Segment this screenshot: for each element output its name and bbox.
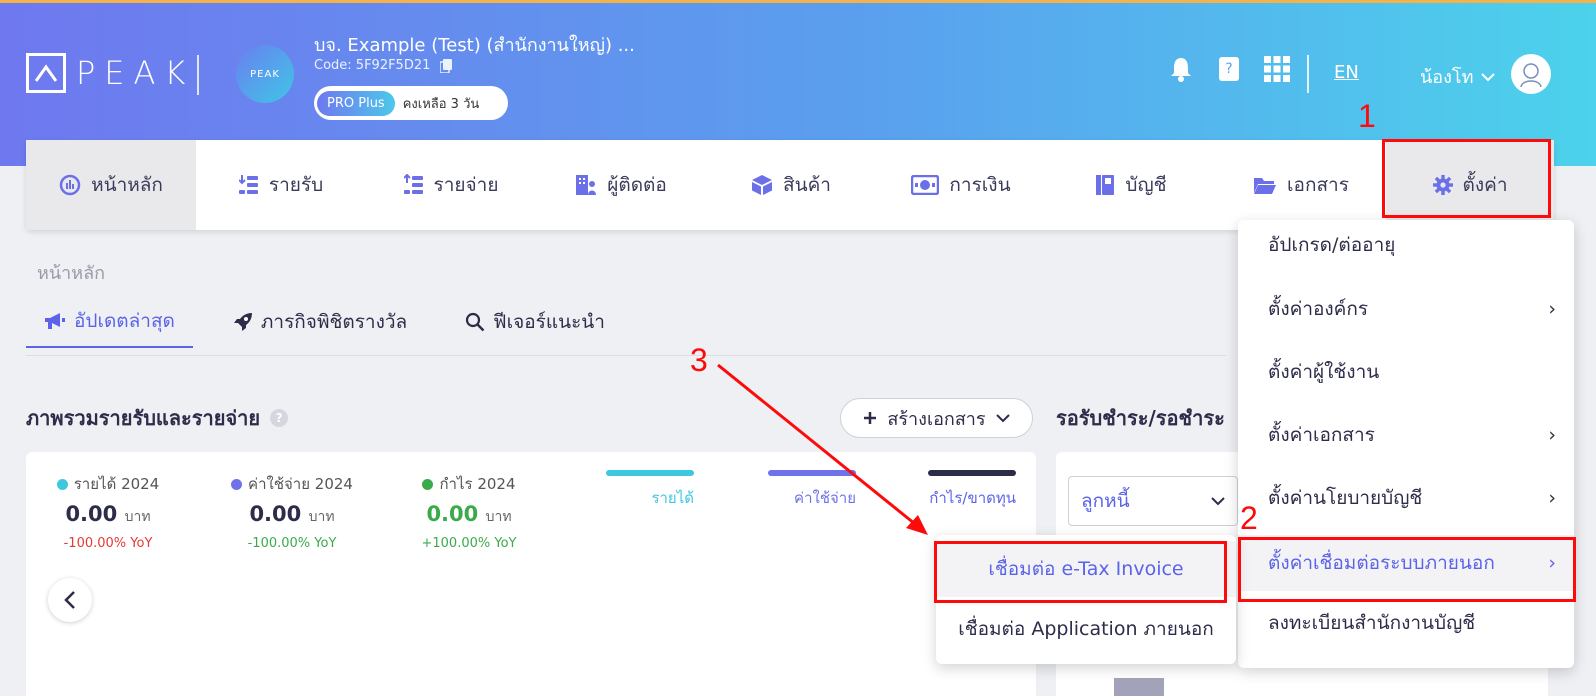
annotation-arrow [717,363,928,535]
